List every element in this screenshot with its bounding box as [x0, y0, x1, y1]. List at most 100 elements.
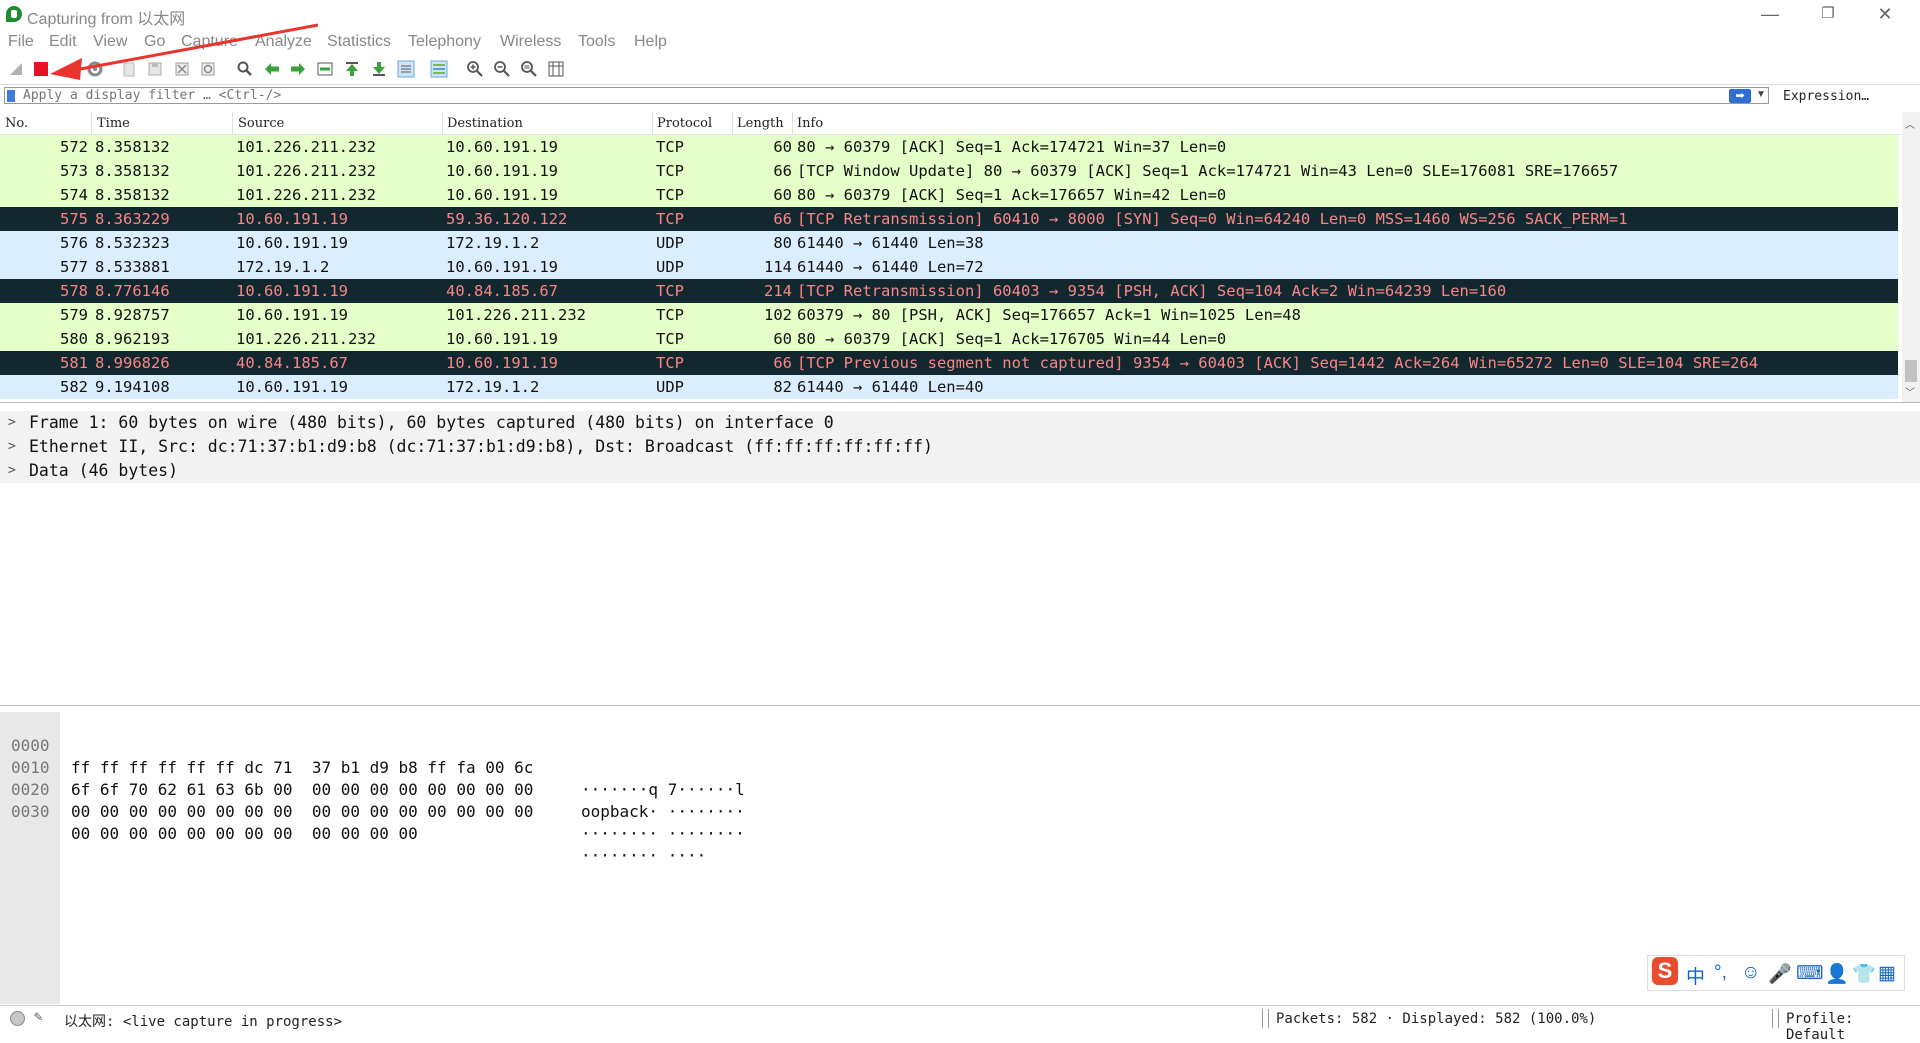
ime-user-icon[interactable]: 👤	[1825, 962, 1849, 986]
packet-time-cell: 8.776146	[95, 282, 170, 300]
detail-text: Frame 1: 60 bytes on wire (480 bits), 60…	[29, 413, 834, 432]
auto-scroll-icon[interactable]	[397, 60, 415, 78]
packet-source-cell: 10.60.191.19	[236, 378, 348, 396]
column-separator[interactable]	[652, 112, 653, 134]
sogou-logo-icon[interactable]: S	[1652, 957, 1678, 985]
detail-row-frame[interactable]: > Frame 1: 60 bytes on wire (480 bits), …	[0, 411, 1920, 435]
menu-help[interactable]: Help	[634, 33, 667, 51]
packet-protocol-cell: TCP	[656, 210, 684, 228]
column-header-source[interactable]: Source	[238, 116, 284, 131]
ime-punctuation-icon[interactable]: °,	[1714, 962, 1727, 984]
column-header-no[interactable]: No.	[5, 116, 28, 131]
restore-button[interactable]: ❐	[1803, 2, 1853, 26]
column-separator[interactable]	[232, 112, 233, 134]
ime-skin-shirt-icon[interactable]: 👕	[1852, 962, 1876, 986]
normal-size-icon[interactable]	[520, 60, 538, 78]
packet-row[interactable]: 575 8.363229 10.60.191.19 59.36.120.122 TCP 6…	[0, 207, 1898, 231]
packet-row[interactable]: 582 9.194108 10.60.191.19 172.19.1.2 UDP 82 61…	[0, 375, 1898, 399]
minimize-button[interactable]: —	[1745, 2, 1795, 26]
packet-list-scrollbar[interactable]: ︿ ﹀	[1902, 112, 1920, 402]
menu-telephony[interactable]: Telephony	[408, 33, 481, 51]
bytes-ascii[interactable]: ········ ········	[581, 823, 745, 845]
profile-text[interactable]: Profile: Default	[1786, 1011, 1920, 1043]
packet-time-cell: 8.962193	[95, 330, 170, 348]
ime-language-toggle[interactable]: 中	[1686, 962, 1705, 989]
expand-chevron-right-icon[interactable]: >	[8, 459, 16, 483]
scroll-down-chevron-icon[interactable]: ﹀	[1905, 384, 1915, 399]
filter-history-chevron-down-icon[interactable]: ▼	[1756, 89, 1766, 100]
packet-info-cell: 80 → 60379 [ACK] Seq=1 Ack=176705 Win=44…	[797, 330, 1227, 348]
status-separator	[1262, 1009, 1263, 1028]
column-separator[interactable]	[91, 112, 92, 134]
packet-destination-cell: 10.60.191.19	[446, 186, 558, 204]
column-header-length[interactable]: Length	[737, 116, 784, 131]
packet-row[interactable]: 572 8.358132 101.226.211.232 10.60.191.19 TC…	[0, 135, 1898, 159]
go-last-packet-icon[interactable]	[370, 60, 388, 78]
resize-columns-icon[interactable]	[547, 60, 565, 78]
packet-row[interactable]: 581 8.996826 40.84.185.67 10.60.191.19 TCP 66…	[0, 351, 1898, 375]
detail-row-ethernet[interactable]: > Ethernet II, Src: dc:71:37:b1:d9:b8 (d…	[0, 435, 1920, 459]
packet-length-cell: 214	[764, 282, 792, 300]
column-header-protocol[interactable]: Protocol	[657, 116, 712, 131]
packet-row[interactable]: 580 8.962193 101.226.211.232 10.60.191.19 TC…	[0, 327, 1898, 351]
bytes-row[interactable]: 0020 00 00 00 00 00 00 00 00 00 00 00 00…	[0, 757, 745, 843]
bytes-row[interactable]: 0010 6f 6f 70 62 61 63 6b 00 00 00 00 00…	[0, 735, 745, 821]
packet-source-cell: 40.84.185.67	[236, 354, 348, 372]
bytes-ascii[interactable]: ········ ····	[581, 845, 706, 867]
packet-time-cell: 9.194108	[95, 378, 170, 396]
ime-microphone-icon[interactable]: 🎤	[1768, 962, 1792, 986]
packet-time-cell: 8.533881	[95, 258, 170, 276]
expression-button[interactable]: Expression…	[1783, 89, 1869, 104]
packet-row[interactable]: 573 8.358132 101.226.211.232 10.60.191.19 TC…	[0, 159, 1898, 183]
packet-source-cell: 101.226.211.232	[236, 330, 376, 348]
packet-row[interactable]: 576 8.532323 10.60.191.19 172.19.1.2 UDP 80 61…	[0, 231, 1898, 255]
colorize-packets-icon[interactable]	[430, 60, 448, 78]
ime-toolbox-grid-icon[interactable]: ▦	[1878, 962, 1896, 985]
ime-emoji-icon[interactable]: ☺	[1741, 962, 1760, 984]
scrollbar-thumb[interactable]	[1905, 360, 1917, 382]
packet-list: No. Time Source Destination Protocol Len…	[0, 112, 1920, 403]
bytes-hex[interactable]: 6f 6f 70 62 61 63 6b 00 00 00 00 00 00 0…	[71, 779, 533, 801]
expand-chevron-right-icon[interactable]: >	[8, 411, 16, 435]
go-first-packet-icon[interactable]	[343, 60, 361, 78]
packet-no-cell: 573	[60, 162, 88, 180]
packet-row[interactable]: 578 8.776146 10.60.191.19 40.84.185.67 TCP 21…	[0, 279, 1898, 303]
column-header-info[interactable]: Info	[797, 116, 823, 131]
bytes-hex[interactable]: 00 00 00 00 00 00 00 00 00 00 00 00	[71, 823, 418, 845]
expand-chevron-right-icon[interactable]: >	[8, 435, 16, 459]
column-separator[interactable]	[792, 112, 793, 134]
detail-row-data[interactable]: > Data (46 bytes)	[0, 459, 1920, 483]
zoom-in-icon[interactable]	[466, 60, 484, 78]
expert-info-status-icon[interactable]	[10, 1011, 25, 1026]
menu-tools[interactable]: Tools	[578, 33, 615, 51]
column-separator[interactable]	[732, 112, 733, 134]
packet-source-cell: 172.19.1.2	[236, 258, 330, 276]
zoom-out-icon[interactable]	[493, 60, 511, 78]
packet-info-cell: 60379 → 80 [PSH, ACK] Seq=176657 Ack=1 W…	[797, 306, 1301, 324]
capture-comment-pencil-icon[interactable]: ✎	[34, 1009, 42, 1025]
bytes-ascii[interactable]: oopback· ········	[581, 801, 745, 823]
column-header-time[interactable]: Time	[97, 116, 130, 131]
packet-time-cell: 8.358132	[95, 162, 170, 180]
bytes-row[interactable]: 0030 00 00 00 00 00 00 00 00 00 00 00 00…	[0, 779, 706, 865]
ime-keyboard-icon[interactable]: ⌨	[1796, 962, 1823, 985]
packet-row[interactable]: 574 8.358132 101.226.211.232 10.60.191.19 TC…	[0, 183, 1898, 207]
close-button[interactable]: ✕	[1860, 2, 1910, 26]
packet-details-pane: > Frame 1: 60 bytes on wire (480 bits), …	[0, 410, 1920, 706]
ime-toolbar: S 中 °, ☺ 🎤 ⌨ 👤 👕 ▦	[1647, 955, 1905, 991]
bytes-hex[interactable]: 00 00 00 00 00 00 00 00 00 00 00 00 00 0…	[71, 801, 533, 823]
scroll-up-chevron-icon[interactable]: ︿	[1905, 116, 1915, 131]
packet-protocol-cell: UDP	[656, 378, 684, 396]
column-header-destination[interactable]: Destination	[447, 116, 523, 131]
packet-no-cell: 580	[60, 330, 88, 348]
apply-filter-arrow-icon[interactable]: ➡	[1729, 89, 1751, 103]
packet-row[interactable]: 577 8.533881 172.19.1.2 10.60.191.19 UDP 114 6…	[0, 255, 1898, 279]
packet-row[interactable]: 579 8.928757 10.60.191.19 101.226.211.232 TC…	[0, 303, 1898, 327]
packet-time-cell: 8.928757	[95, 306, 170, 324]
bytes-ascii[interactable]: ·······q 7······l	[581, 779, 745, 801]
menu-wireless[interactable]: Wireless	[500, 33, 561, 51]
bytes-row[interactable]: 0000 ff ff ff ff ff ff dc 71 37 b1 d9 b8…	[0, 713, 745, 799]
bytes-hex[interactable]: ff ff ff ff ff ff dc 71 37 b1 d9 b8 ff f…	[71, 757, 533, 779]
packet-destination-cell: 101.226.211.232	[446, 306, 586, 324]
column-separator[interactable]	[442, 112, 443, 134]
